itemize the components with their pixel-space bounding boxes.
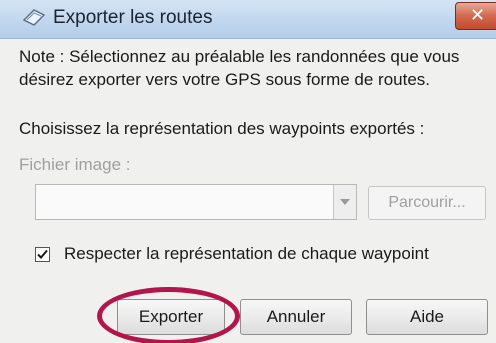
export-routes-dialog: Exporter les routes ✕ Note : Sélectionne… [0, 0, 496, 343]
close-button[interactable]: ✕ [455, 2, 496, 30]
close-icon: ✕ [470, 5, 486, 26]
image-file-label: Fichier image : [19, 155, 131, 174]
note-line-1: Note : Sélectionnez au préalable les ran… [19, 47, 460, 66]
waypoint-representation-label: Choisissez la représentation des waypoin… [19, 119, 425, 138]
title-bar[interactable]: Exporter les routes ✕ [0, 0, 496, 39]
dropdown-button[interactable] [333, 185, 356, 219]
image-file-combobox[interactable] [35, 184, 357, 220]
note-line-2: désirez exporter vers votre GPS sous for… [19, 70, 431, 89]
dropdown-arrow-icon [340, 199, 350, 205]
respect-waypoint-checkbox[interactable] [35, 247, 50, 262]
dialog-title: Exporter les routes [53, 7, 213, 28]
respect-waypoint-label[interactable]: Respecter la représentation de chaque wa… [64, 244, 429, 264]
cancel-button[interactable]: Annuler [240, 299, 352, 335]
browse-button[interactable]: Parcourir... [368, 186, 486, 220]
checkmark-icon [37, 249, 48, 259]
app-icon [22, 6, 46, 28]
help-button[interactable]: Aide [366, 299, 488, 335]
note-text: Note : Sélectionnez au préalable les ran… [19, 45, 459, 91]
export-button[interactable]: Exporter [117, 299, 225, 335]
